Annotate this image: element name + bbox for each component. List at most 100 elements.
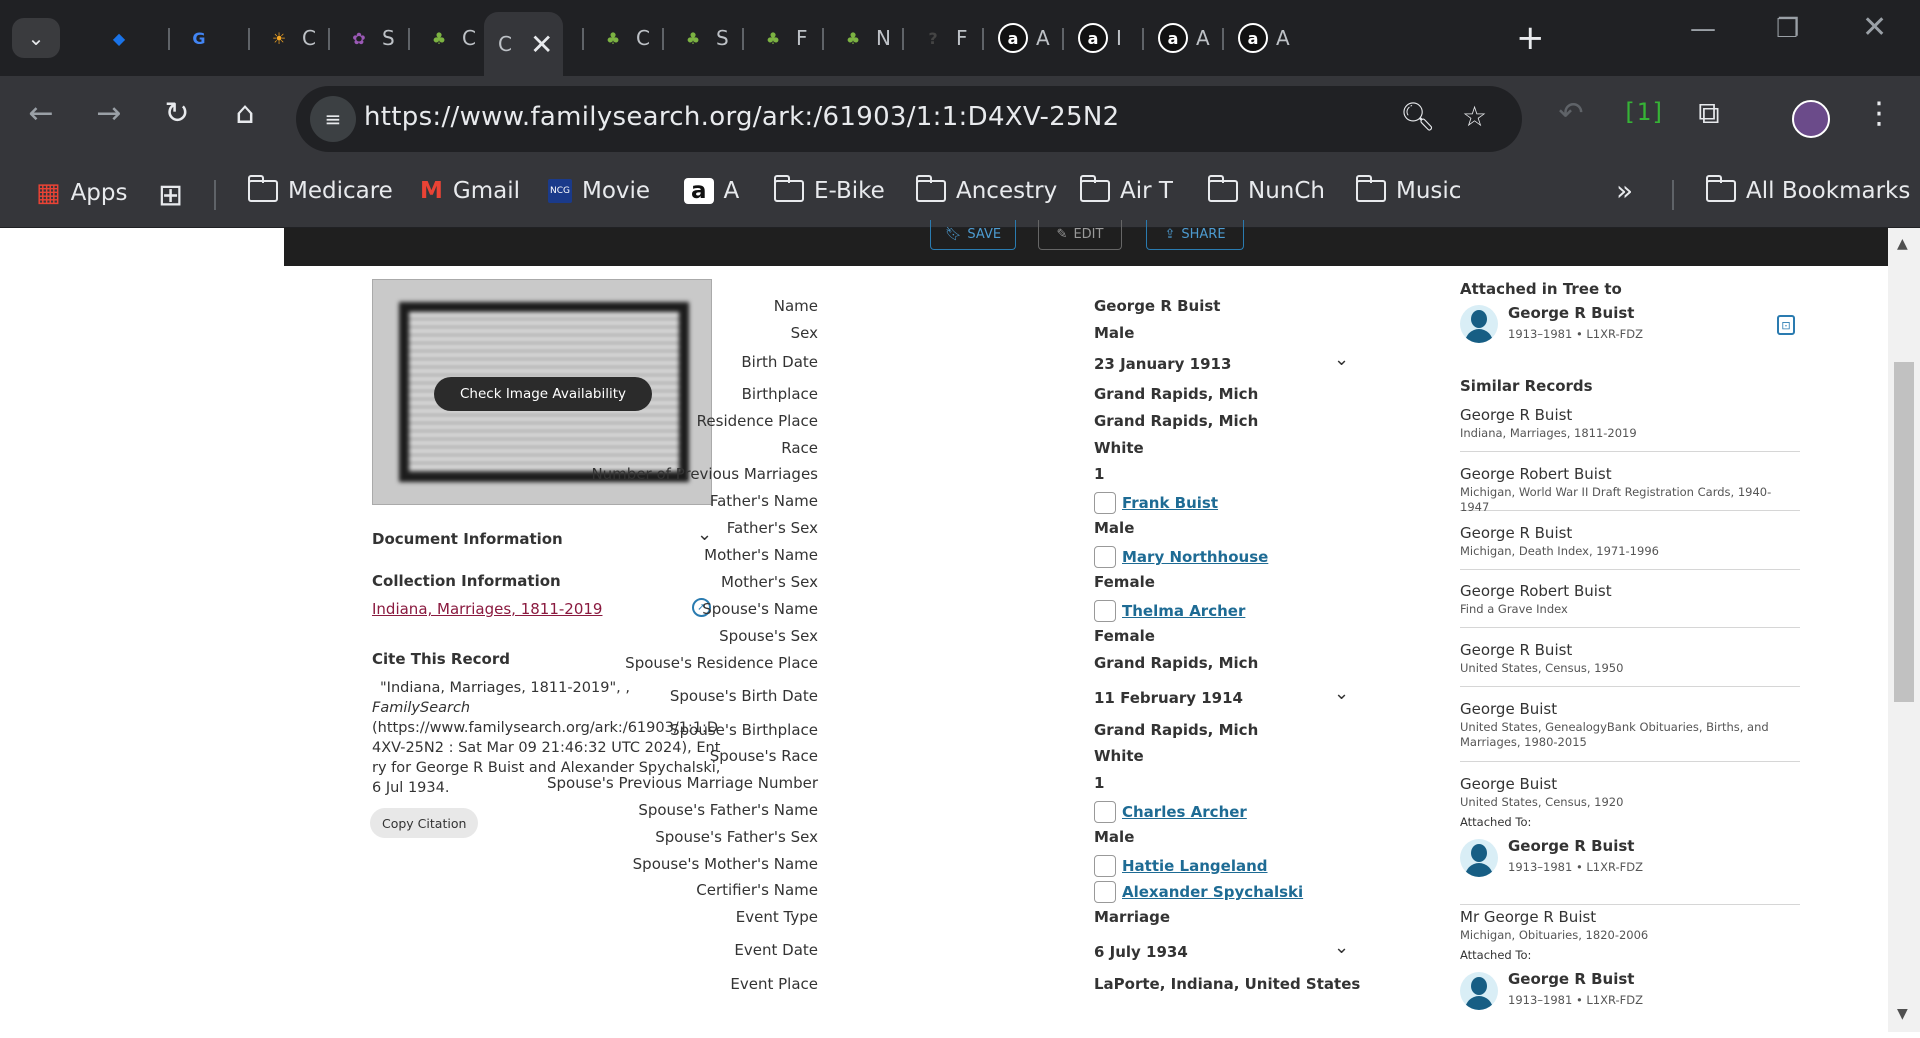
page-scrollbar[interactable]: ▲ ▼ [1888, 228, 1920, 1032]
browser-tab[interactable]: ♣ S [664, 12, 730, 64]
bookmark-item[interactable]: Medicare [247, 175, 393, 204]
collection-link[interactable]: Indiana, Marriages, 1811-2019 [372, 600, 602, 618]
menu-kebab-icon[interactable]: ⋮ [1856, 96, 1902, 131]
chevron-down-icon[interactable]: ⌄ [1334, 937, 1349, 958]
tree-view-icon[interactable]: ⊡ [1777, 315, 1795, 335]
tune-icon: ≡ [324, 107, 342, 131]
browser-tab[interactable]: ✿ S [330, 12, 396, 64]
browser-tab[interactable]: aA [984, 12, 1050, 64]
browser-tab[interactable]: ♣ C [584, 12, 650, 64]
url-text[interactable]: https://www.familysearch.org/ark:/61903/… [364, 102, 1119, 132]
similar-record[interactable]: George R Buist Indiana, Marriages, 1811-2… [1460, 406, 1800, 452]
relative-checkbox[interactable] [1094, 881, 1116, 903]
relative-checkbox[interactable] [1094, 855, 1116, 877]
bookmark-item[interactable]: Music [1355, 175, 1461, 204]
browser-tab[interactable]: aA [1224, 12, 1290, 64]
bookmark-item[interactable]: All Bookmarks [1705, 175, 1911, 204]
browser-tab[interactable]: ♣ C [410, 12, 476, 64]
bookmark-item[interactable]: Air T [1079, 175, 1173, 204]
browser-tab[interactable]: ? F [904, 12, 970, 64]
browser-tab[interactable]: ☀ C [250, 12, 316, 64]
browser-tab[interactable]: ♣ F [744, 12, 810, 64]
extension-badge[interactable]: [1] [1622, 98, 1665, 126]
scroll-down-arrow-icon[interactable]: ▼ [1897, 1006, 1908, 1022]
similar-record-name[interactable]: George R Buist [1460, 524, 1800, 542]
bookmark-label: Ancestry [956, 178, 1058, 204]
similar-record-name[interactable]: George Buist [1460, 775, 1800, 793]
scrollbar-thumb[interactable] [1894, 362, 1914, 702]
attached-person-name[interactable]: George R Buist [1508, 837, 1634, 855]
similar-record-name[interactable]: George Robert Buist [1460, 582, 1800, 600]
similar-record[interactable]: George Buist United States, GenealogyBank… [1460, 700, 1800, 762]
similar-record-name[interactable]: George R Buist [1460, 406, 1800, 424]
new-tab-button[interactable]: + [1516, 18, 1545, 58]
relative-link[interactable]: Frank Buist [1122, 494, 1218, 512]
close-window-button[interactable]: ✕ [1862, 10, 1887, 45]
bookmark-item[interactable]: ⊞ [158, 178, 183, 213]
folder-icon [915, 175, 946, 202]
fact-label: Spouse's Father's Name [638, 801, 818, 819]
fact-row: Birth Date 23 January 1913 ⌄ [740, 349, 1380, 377]
similar-record-name[interactable]: George Buist [1460, 700, 1800, 718]
share-back-icon[interactable]: ↶ [1548, 96, 1594, 131]
bookmark-item[interactable]: NunCh [1207, 175, 1325, 204]
copy-citation-button[interactable]: Copy Citation [370, 808, 479, 838]
bookmark-item[interactable]: NCG Movie [548, 178, 650, 204]
fact-label: Birth Date [741, 353, 818, 371]
browser-tab[interactable]: ◆ [90, 12, 156, 64]
similar-record-name[interactable]: Mr George R Buist [1460, 908, 1800, 926]
bookmark-item[interactable]: M Gmail [420, 178, 520, 204]
browser-tab[interactable]: ♣ N [824, 12, 890, 64]
home-button[interactable]: ⌂ [222, 96, 268, 131]
relative-link[interactable]: Mary Northhouse [1122, 548, 1268, 566]
back-button[interactable]: ← [18, 96, 64, 131]
similar-record-name[interactable]: George R Buist [1460, 641, 1800, 659]
chevron-down-icon[interactable]: ⌄ [1334, 683, 1349, 704]
profile-avatar[interactable] [1792, 100, 1830, 138]
relative-link[interactable]: Charles Archer [1122, 803, 1247, 821]
relative-link[interactable]: Hattie Langeland [1122, 857, 1268, 875]
bookmark-item[interactable]: ▦ Apps [36, 178, 128, 208]
save-button[interactable]: 🔖︎ SAVE [930, 220, 1016, 250]
extensions-icon[interactable]: ⧉ [1686, 96, 1732, 131]
chevron-down-icon[interactable]: ⌄ [1334, 349, 1349, 370]
relative-link[interactable]: Alexander Spychalski [1122, 883, 1303, 901]
check-image-availability-button[interactable]: Check Image Availability [434, 377, 652, 411]
similar-record-name[interactable]: George Robert Buist [1460, 465, 1800, 483]
share-button[interactable]: ⇪ SHARE [1146, 220, 1244, 250]
browser-tab[interactable]: C ✕ [484, 12, 564, 76]
restore-button[interactable]: ❐ [1776, 14, 1799, 44]
chevron-down-icon[interactable]: ⌄ [697, 524, 712, 545]
bookmark-star-icon[interactable]: ☆ [1462, 100, 1487, 133]
bookmark-item[interactable]: E-Bike [773, 175, 885, 204]
bookmark-item[interactable]: aA [684, 178, 739, 204]
more-bookmarks-icon[interactable]: » [1616, 174, 1633, 207]
similar-record[interactable]: George R Buist United States, Census, 195… [1460, 641, 1800, 687]
relative-link[interactable]: Thelma Archer [1122, 602, 1245, 620]
close-tab-icon[interactable]: ✕ [530, 28, 553, 61]
relative-checkbox[interactable] [1094, 801, 1116, 823]
bookmark-item[interactable]: Ancestry [915, 175, 1058, 204]
document-information-heading[interactable]: Document Information [372, 530, 563, 548]
site-info-button[interactable]: ≡ [310, 96, 356, 142]
similar-record[interactable]: George Robert Buist Find a Grave Index [1460, 582, 1800, 628]
bookmark-label: All Bookmarks [1746, 178, 1911, 204]
scroll-up-arrow-icon[interactable]: ▲ [1897, 236, 1908, 252]
similar-record[interactable]: George R Buist Michigan, Death Index, 197… [1460, 524, 1800, 570]
edit-button[interactable]: ✎ EDIT [1038, 220, 1122, 250]
relative-checkbox[interactable] [1094, 600, 1116, 622]
relative-checkbox[interactable] [1094, 546, 1116, 568]
forward-button[interactable]: → [86, 96, 132, 131]
attached-person-name[interactable]: George R Buist [1508, 970, 1634, 988]
relative-checkbox[interactable] [1094, 492, 1116, 514]
browser-tab[interactable]: aA [1144, 12, 1210, 64]
reload-button[interactable]: ↻ [154, 96, 200, 131]
attached-person-name[interactable]: George R Buist [1508, 304, 1634, 322]
zoom-icon[interactable]: 🔍︎ [1400, 100, 1436, 133]
minimize-button[interactable]: — [1690, 14, 1716, 44]
address-bar[interactable]: ≡ https://www.familysearch.org/ark:/6190… [296, 86, 1522, 152]
browser-tab[interactable]: aI [1064, 12, 1130, 64]
tab-search-button[interactable]: ⌄ [12, 18, 60, 58]
similar-record[interactable]: George Robert Buist Michigan, World War I… [1460, 465, 1800, 514]
browser-tab[interactable]: G [170, 12, 236, 64]
